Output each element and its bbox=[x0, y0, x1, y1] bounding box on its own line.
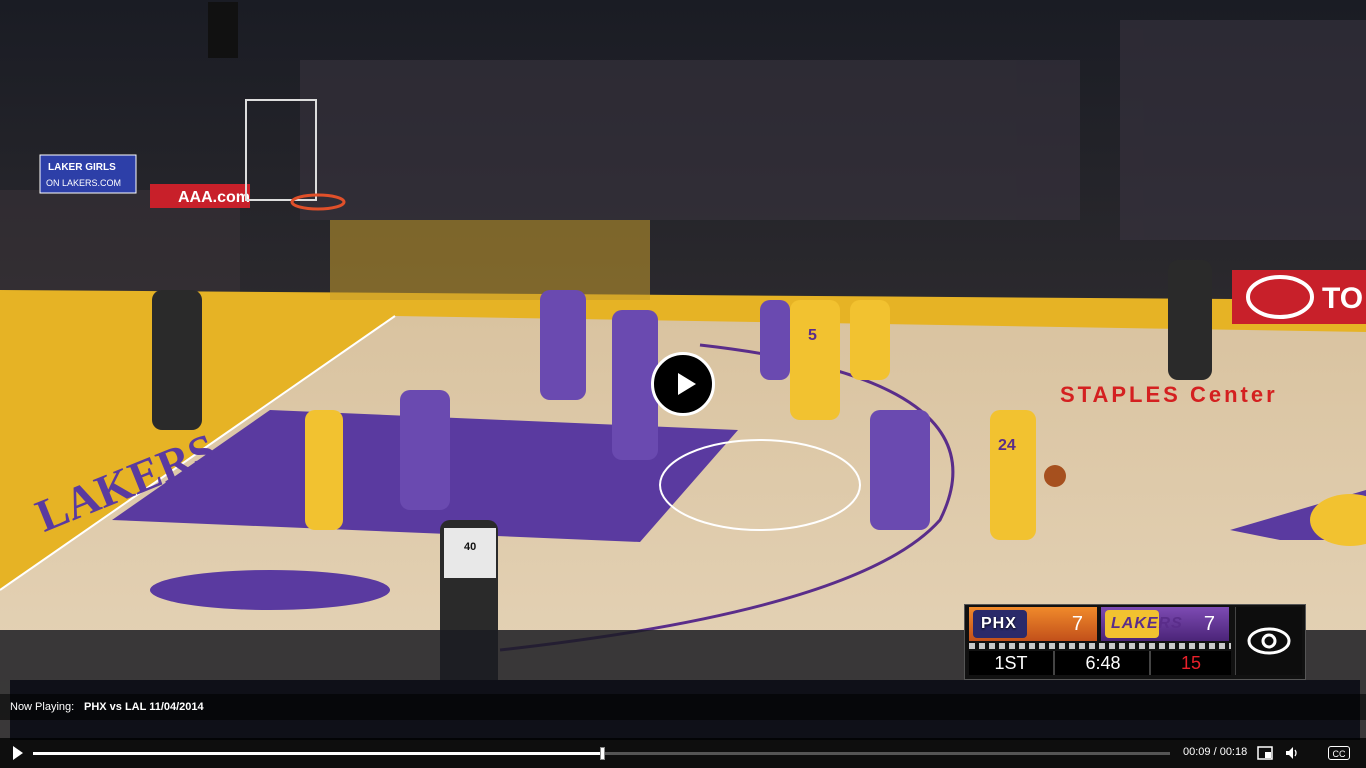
aaa-text: AAA.com bbox=[178, 189, 250, 206]
laker-girls-text: LAKER GIRLS bbox=[48, 162, 116, 173]
player-lal-24 bbox=[990, 410, 1036, 540]
fullscreen-button[interactable] bbox=[1257, 746, 1273, 760]
jersey-number: 40 bbox=[464, 541, 476, 553]
jersey-number: 24 bbox=[998, 437, 1016, 454]
closed-captions-button[interactable]: CC bbox=[1328, 746, 1350, 760]
scoreboard: PHX 7 LAKERS 7 1ST 6:48 15 bbox=[964, 604, 1306, 680]
seek-handle[interactable] bbox=[599, 747, 605, 760]
divider bbox=[1149, 651, 1151, 675]
away-team-score: 7 bbox=[1203, 613, 1215, 635]
player-lal-5 bbox=[790, 300, 840, 420]
play-icon bbox=[678, 373, 696, 395]
player-lal bbox=[305, 410, 343, 530]
game-status-row: 1ST 6:48 15 bbox=[969, 651, 1231, 675]
player-phx bbox=[540, 290, 586, 400]
volume-button[interactable] bbox=[1284, 745, 1300, 761]
player-phx bbox=[400, 390, 450, 510]
time-warner-eye-icon bbox=[1247, 627, 1291, 655]
play-icon bbox=[13, 746, 23, 760]
referee bbox=[1168, 260, 1212, 380]
shot-clock-tower bbox=[208, 2, 238, 58]
time-display: 00:09 / 00:18 bbox=[1183, 746, 1248, 758]
team-bench bbox=[330, 220, 650, 300]
basketball bbox=[1044, 465, 1066, 487]
referee-shirt bbox=[444, 528, 496, 578]
player-phx bbox=[870, 410, 930, 530]
game-clock: 6:48 bbox=[1085, 653, 1121, 673]
period: 1ST bbox=[994, 653, 1028, 673]
away-team-abbr: LAKERS bbox=[1111, 615, 1183, 632]
laker-girls-text-2: ON LAKERS.COM bbox=[46, 178, 121, 188]
player-phx bbox=[760, 300, 790, 380]
away-team-cell: LAKERS 7 bbox=[1101, 607, 1229, 641]
control-bar: 00:09 / 00:18 CC bbox=[0, 738, 1366, 768]
play-overlay-button[interactable] bbox=[651, 352, 715, 416]
jersey-number: 5 bbox=[808, 327, 817, 344]
seek-bar[interactable] bbox=[33, 747, 1170, 760]
seek-progress bbox=[33, 752, 602, 755]
fullscreen-icon bbox=[1257, 746, 1273, 760]
sponsor-text: TO bbox=[1322, 282, 1363, 315]
home-team-score: 7 bbox=[1071, 613, 1083, 635]
shot-clock: 15 bbox=[1180, 653, 1202, 673]
now-playing-label: Now Playing: bbox=[10, 701, 75, 713]
home-team-cell: PHX 7 bbox=[969, 607, 1097, 641]
player-lal bbox=[850, 300, 890, 380]
now-playing-bar: Now Playing: PHX vs LAL 11/04/2014 bbox=[0, 694, 1366, 720]
volume-icon bbox=[1286, 747, 1297, 759]
divider bbox=[1053, 651, 1055, 675]
play-button[interactable] bbox=[10, 746, 24, 760]
now-playing-title: PHX vs LAL 11/04/2014 bbox=[84, 701, 204, 713]
network-logo-icon bbox=[1235, 607, 1302, 675]
video-player[interactable]: LAKERS STAPLES Center LAKER GIRLS ON LAK… bbox=[0, 0, 1366, 768]
staples-center-logo: STAPLES Center bbox=[1060, 382, 1278, 407]
referee bbox=[152, 290, 202, 430]
timeouts-indicator bbox=[969, 643, 1231, 649]
home-team-abbr: PHX bbox=[981, 615, 1017, 632]
